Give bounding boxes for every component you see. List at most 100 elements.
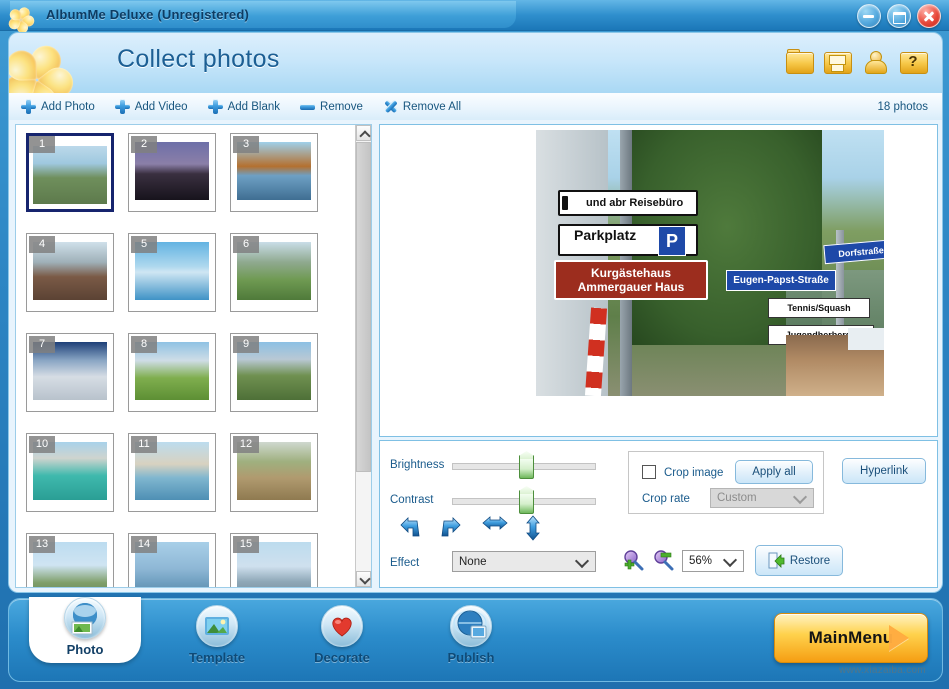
chevron-down-icon	[574, 553, 590, 568]
thumbnail-item[interactable]: 7	[26, 333, 114, 412]
thumbnail-item[interactable]: 12	[230, 433, 318, 512]
preview-sign-eugen-papst: Eugen-Papst-Straße	[726, 270, 836, 291]
add-photo-button[interactable]: Add Photo	[13, 95, 103, 118]
add-plus-icon	[21, 99, 36, 114]
flower-logo-icon	[9, 37, 83, 93]
preview-sign-parking-p: P	[658, 226, 686, 256]
thumbnail-number: 10	[29, 436, 55, 453]
thumbnail-grid: 1 2 3 4 5 6 7 8 9 10 11 12 13 14 15	[16, 125, 356, 587]
rotate-left-icon[interactable]	[397, 517, 421, 539]
preview-panel: und abr Reisebüro Parkplatz P Kurgästehaus A…	[379, 124, 938, 437]
user-account-icon[interactable]	[862, 49, 888, 74]
help-icon[interactable]: ?	[900, 49, 928, 74]
watermark-text: www.xiazaiba.com	[838, 665, 926, 676]
add-plus-icon	[114, 99, 130, 114]
close-button[interactable]	[917, 4, 941, 28]
apply-all-label: Apply all	[752, 466, 796, 478]
remove-button[interactable]: Remove	[292, 95, 371, 118]
title-pill: AlbumMe Deluxe (Unregistered)	[7, 1, 516, 35]
heart-icon	[321, 605, 363, 647]
thumbnail-number: 14	[131, 536, 157, 553]
flip-vertical-icon[interactable]	[525, 515, 549, 541]
preview-sign-dorfstrasse: Dorfstraße	[823, 238, 884, 265]
hyperlink-label: Hyperlink	[860, 465, 908, 477]
add-video-label: Add Video	[134, 100, 188, 113]
nav-tab-photo-label: Photo	[66, 642, 104, 657]
maximize-button[interactable]	[887, 4, 911, 28]
crop-rate-dropdown: Custom	[710, 488, 814, 508]
thumbnail-number: 8	[131, 336, 157, 353]
thumbnail-item[interactable]: 1	[26, 133, 114, 212]
effect-dropdown[interactable]: None	[452, 551, 596, 572]
thumbnail-item[interactable]: 13	[26, 533, 114, 587]
crop-image-checkbox[interactable]	[642, 465, 656, 479]
effect-label: Effect	[390, 557, 420, 569]
nav-tab-template-label: Template	[188, 650, 246, 665]
thumbnail-item[interactable]: 4	[26, 233, 114, 312]
preview-sign-line: Kurgästehaus	[590, 266, 672, 280]
open-project-icon[interactable]	[786, 49, 814, 74]
hyperlink-button[interactable]: Hyperlink	[842, 458, 926, 484]
thumbnail-scrollbar[interactable]	[355, 125, 371, 587]
remove-all-button[interactable]: Remove All	[375, 95, 469, 118]
thumbnail-number: 5	[131, 236, 157, 253]
main-menu-button[interactable]: MainMenu	[774, 613, 928, 663]
content-area: 1 2 3 4 5 6 7 8 9 10 11 12 13 14 15 und abr Reisebüro P…	[8, 120, 943, 593]
chevron-down-icon	[722, 552, 738, 568]
crop-image-label: Crop image	[664, 467, 724, 479]
thumbnail-item[interactable]: 2	[128, 133, 216, 212]
thumbnail-panel: 1 2 3 4 5 6 7 8 9 10 11 12 13 14 15	[15, 124, 372, 588]
add-blank-button[interactable]: Add Blank	[200, 95, 288, 118]
thumbnail-item[interactable]: 8	[128, 333, 216, 412]
nav-tab-decorate[interactable]: Decorate	[286, 605, 398, 667]
thumbnail-item[interactable]: 6	[230, 233, 318, 312]
header-banner: Collect photos ?	[8, 32, 943, 94]
brightness-label: Brightness	[390, 459, 445, 471]
zoom-level-dropdown[interactable]: 56%	[682, 550, 744, 572]
add-photo-label: Add Photo	[41, 100, 95, 113]
preview-sign-reisebuero: und abr Reisebüro	[558, 190, 698, 216]
contrast-slider[interactable]	[452, 492, 596, 514]
chevron-up-icon[interactable]	[356, 125, 371, 141]
nav-tab-publish[interactable]: Publish	[415, 605, 527, 667]
add-video-button[interactable]: Add Video	[107, 95, 196, 118]
thumbnail-item[interactable]: 15	[230, 533, 318, 587]
thumbnail-item[interactable]: 14	[128, 533, 216, 587]
save-project-icon[interactable]	[824, 49, 852, 74]
chevron-down-icon[interactable]	[356, 571, 371, 587]
minimize-button[interactable]	[857, 4, 881, 28]
thumbnail-item[interactable]: 9	[230, 333, 318, 412]
preview-sign-line: Ammergauer Haus	[577, 280, 685, 294]
preview-roof	[848, 328, 884, 350]
thumbnail-item[interactable]: 11	[128, 433, 216, 512]
thumbnail-item[interactable]: 3	[230, 133, 318, 212]
effect-value: None	[459, 555, 487, 568]
thumbnail-item[interactable]: 10	[26, 433, 114, 512]
preview-photo[interactable]: und abr Reisebüro Parkplatz P Kurgästehaus A…	[536, 130, 884, 396]
rotate-right-icon[interactable]	[440, 517, 464, 539]
nav-tab-photo[interactable]: Photo	[29, 597, 141, 663]
brightness-slider-thumb[interactable]	[519, 457, 534, 479]
nav-tab-template[interactable]: Template	[161, 605, 273, 667]
brightness-slider[interactable]	[452, 457, 596, 479]
cross-x-icon	[383, 99, 398, 114]
thumbnail-number: 1	[29, 136, 55, 153]
thumbnail-number: 3	[233, 136, 259, 153]
preview-sign-tennis: Tennis/Squash	[768, 298, 870, 318]
header-icon-group: ?	[786, 49, 928, 74]
flip-horizontal-icon[interactable]	[482, 515, 508, 537]
apply-all-button[interactable]: Apply all	[735, 460, 813, 484]
zoom-in-icon[interactable]	[622, 549, 644, 571]
crop-rate-label: Crop rate	[642, 493, 690, 505]
photo-icon	[64, 597, 106, 639]
scrollbar-thumb[interactable]	[356, 142, 371, 472]
zoom-out-icon[interactable]	[652, 549, 674, 571]
thumbnail-number: 2	[131, 136, 157, 153]
chevron-down-icon	[792, 489, 808, 505]
thumbnail-number: 6	[233, 236, 259, 253]
contrast-slider-thumb[interactable]	[519, 492, 534, 514]
window-controls	[857, 4, 941, 28]
title-bar: AlbumMe Deluxe (Unregistered)	[0, 0, 949, 35]
thumbnail-item[interactable]: 5	[128, 233, 216, 312]
restore-button[interactable]: Restore	[755, 545, 843, 576]
